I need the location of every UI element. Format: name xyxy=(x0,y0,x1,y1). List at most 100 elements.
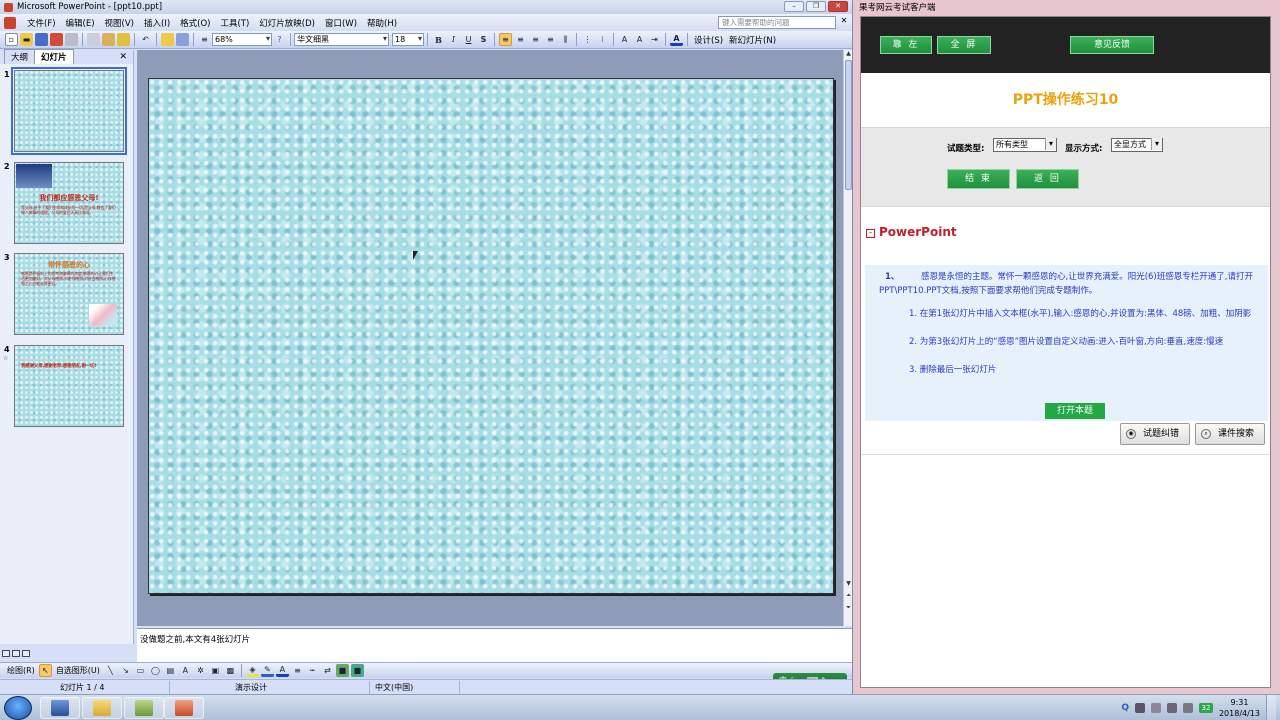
previous-slide-icon[interactable]: ⏶ xyxy=(844,592,852,600)
menu-insert[interactable]: 插入(I) xyxy=(139,17,175,29)
display-mode-select[interactable]: 全显方式 xyxy=(1111,138,1163,152)
close-document-icon[interactable]: ✕ xyxy=(839,16,849,28)
close-pane-icon[interactable]: ✕ xyxy=(119,52,127,62)
3d-style-icon[interactable]: ■ xyxy=(350,664,364,677)
sorter-view-icon[interactable] xyxy=(12,650,20,657)
menu-help[interactable]: 帮助(H) xyxy=(362,17,402,29)
print-icon[interactable] xyxy=(65,33,78,46)
search-courseware-button[interactable]: ⌕ 课件搜索 xyxy=(1195,423,1265,445)
document-icon[interactable] xyxy=(4,16,16,29)
copy-icon[interactable] xyxy=(87,33,100,46)
slide-thumbnail-row[interactable]: 3 常怀感恩的心 感恩是积极向上的思考和谦卑的态度,感恩的心让我们生活更加美好。… xyxy=(4,253,124,335)
line-style-icon[interactable]: ≡ xyxy=(291,664,304,677)
notes-pane[interactable]: 没做题之前,本文有4张幻灯片 xyxy=(137,628,852,662)
align-right-icon[interactable]: ≡ xyxy=(529,33,542,46)
zoom-select[interactable]: 68% xyxy=(212,33,272,46)
line-color-icon[interactable]: ✎ xyxy=(260,664,274,677)
taskbar-app-powerpoint[interactable] xyxy=(164,697,204,719)
collapse-icon[interactable]: – xyxy=(866,229,875,238)
picture-icon[interactable]: ▩ xyxy=(224,664,237,677)
draw-font-color-icon[interactable]: A xyxy=(275,664,289,677)
network-icon[interactable] xyxy=(1134,703,1145,713)
slide-thumbnail-3[interactable]: 常怀感恩的心 感恩是积极向上的思考和谦卑的态度,感恩的心让我们生活更加美好。对父… xyxy=(14,253,124,335)
clock[interactable]: 9:31 2018/4/13 xyxy=(1219,697,1260,719)
search-tray-icon[interactable]: Q xyxy=(1121,703,1129,713)
fill-color-icon[interactable]: ◈ xyxy=(245,664,259,677)
new-icon[interactable]: ▫ xyxy=(5,33,18,46)
format-painter-icon[interactable] xyxy=(117,33,130,46)
align-left-icon[interactable]: ≡ xyxy=(499,33,512,46)
scroll-up-icon[interactable]: ▲ xyxy=(844,50,852,57)
open-question-button[interactable]: 打开本题 xyxy=(1045,403,1105,419)
slide-thumbnail-4[interactable]: 我感谢父母,感谢老师,感谢朋友,谢一切! xyxy=(14,345,124,427)
slide-thumbnail-1[interactable] xyxy=(11,67,127,155)
justify-icon[interactable]: ≡ xyxy=(544,33,557,46)
open-icon[interactable]: ▬ xyxy=(20,33,33,46)
restore-button[interactable]: ❐ xyxy=(806,1,826,12)
chart-icon[interactable] xyxy=(176,33,189,46)
shadow-icon[interactable]: S xyxy=(477,33,490,46)
italic-icon[interactable]: I xyxy=(447,33,460,46)
tab-outline[interactable]: 大纲 xyxy=(4,49,36,64)
slideshow-view-icon[interactable] xyxy=(22,650,30,657)
dash-style-icon[interactable]: ┅ xyxy=(306,664,319,677)
increase-font-icon[interactable]: A xyxy=(618,33,631,46)
rectangle-icon[interactable]: ▭ xyxy=(134,664,147,677)
menu-format[interactable]: 格式(O) xyxy=(175,17,215,29)
font-size-select[interactable]: 18 xyxy=(392,33,424,46)
back-button[interactable]: 返 回 xyxy=(1016,169,1079,189)
select-objects-icon[interactable]: ↖ xyxy=(38,664,52,677)
columns-icon[interactable]: ⫼ xyxy=(559,33,572,46)
slide-thumbnail-row[interactable]: 4 我感谢父母,感谢老师,感谢朋友,谢一切! xyxy=(4,345,124,427)
next-slide-icon[interactable]: ⏷ xyxy=(844,604,852,612)
bold-icon[interactable]: B xyxy=(432,33,445,46)
show-desktop-button[interactable] xyxy=(1266,695,1276,720)
minimize-button[interactable]: – xyxy=(784,1,804,12)
clipart-icon[interactable]: ▣ xyxy=(209,664,222,677)
taskbar-app-explorer[interactable] xyxy=(82,697,122,719)
save-icon[interactable] xyxy=(35,33,48,46)
normal-view-icon[interactable] xyxy=(2,650,10,657)
slide-thumbnail-row[interactable]: 1 xyxy=(4,67,127,155)
help-icon[interactable]: ? xyxy=(273,33,286,46)
indent-icon[interactable]: ⇥ xyxy=(648,33,661,46)
design-button[interactable]: 设计(S) xyxy=(691,34,726,46)
permission-icon[interactable] xyxy=(50,33,63,46)
volume-icon[interactable] xyxy=(1182,703,1193,713)
help-search-input[interactable]: 键入需要帮助的问题 xyxy=(718,16,836,29)
table-icon[interactable] xyxy=(161,33,174,46)
start-button[interactable] xyxy=(4,696,32,720)
report-error-button[interactable]: ◉ 试题纠错 xyxy=(1120,423,1190,445)
menu-tools[interactable]: 工具(T) xyxy=(215,17,254,29)
security-badge[interactable]: 32 xyxy=(1198,703,1213,713)
scroll-down-icon[interactable]: ▼ xyxy=(844,580,852,587)
new-slide-button[interactable]: 新幻灯片(N) xyxy=(726,34,779,46)
question-type-select[interactable]: 所有类型 xyxy=(993,138,1057,152)
arrow-icon[interactable]: ↘ xyxy=(119,664,132,677)
grid-icon[interactable]: ≡ xyxy=(198,33,211,46)
font-name-select[interactable]: 华文细黑 xyxy=(294,33,389,46)
draw-menu-button[interactable]: 绘图(R) xyxy=(4,665,38,676)
slide-thumbnail-row[interactable]: 2 我们都应感恩父母! 是父母,给予了我们生命和成长的一切;是父母,教会了我们做… xyxy=(4,162,124,244)
wordart-icon[interactable]: A xyxy=(179,664,192,677)
end-button[interactable]: 结 束 xyxy=(947,169,1010,189)
taskbar-app-exam[interactable] xyxy=(124,697,164,719)
menu-edit[interactable]: 编辑(E) xyxy=(61,17,100,29)
textbox-icon[interactable]: ▤ xyxy=(164,664,177,677)
diagram-icon[interactable]: ✲ xyxy=(194,664,207,677)
vertical-scrollbar[interactable]: ▲ ▼ ⏶ ⏷ xyxy=(843,50,852,626)
slide-thumbnail-2[interactable]: 我们都应感恩父母! 是父母,给予了我们生命和成长的一切;是父母,教会了我们做人做… xyxy=(14,162,124,244)
menu-window[interactable]: 窗口(W) xyxy=(320,17,362,29)
dock-left-button[interactable]: 靠 左 xyxy=(880,36,932,54)
scroll-thumb[interactable] xyxy=(845,60,852,190)
menu-file[interactable]: 文件(F) xyxy=(22,17,61,29)
current-slide[interactable] xyxy=(148,78,834,594)
paste-icon[interactable] xyxy=(102,33,115,46)
tab-slides[interactable]: 幻灯片 xyxy=(34,49,74,64)
taskbar-app-computer[interactable] xyxy=(40,697,80,719)
line-icon[interactable]: ╲ xyxy=(104,664,117,677)
underline-icon[interactable]: U xyxy=(462,33,475,46)
flag-icon[interactable] xyxy=(1150,703,1161,713)
menu-view[interactable]: 视图(V) xyxy=(100,17,139,29)
section-header[interactable]: – PowerPoint xyxy=(861,207,1270,257)
